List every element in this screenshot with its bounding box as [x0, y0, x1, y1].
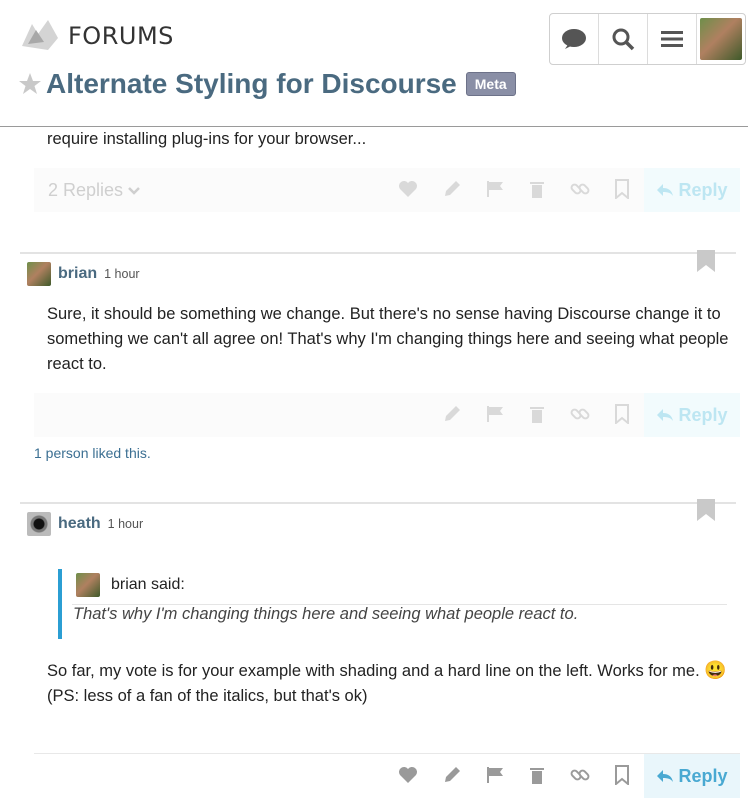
quote-header: brian said: [76, 573, 185, 597]
site-header: FORUMS Alternate Styling for Discourse M… [0, 0, 748, 127]
replies-toggle[interactable]: 2 Replies [48, 180, 141, 201]
like-icon[interactable] [398, 179, 418, 199]
reply-icon [657, 770, 674, 782]
chat-icon [562, 29, 586, 49]
bookmark-icon[interactable] [614, 179, 630, 199]
bookmark-ribbon-icon[interactable] [697, 250, 715, 272]
body-line: So far, my vote is for your example with… [47, 662, 700, 680]
reply-button[interactable]: Reply [644, 393, 740, 437]
menu-button[interactable] [648, 14, 697, 64]
post2-author: brian 1 hour [27, 262, 140, 286]
likes-summary[interactable]: 1 person liked this. [34, 445, 151, 461]
avatar[interactable] [27, 512, 51, 536]
topic-title-row: Alternate Styling for Discourse Meta [18, 68, 516, 100]
post3-body: So far, my vote is for your example with… [47, 658, 737, 709]
replies-label: 2 Replies [48, 180, 124, 200]
reply-icon [657, 184, 674, 196]
delete-icon[interactable] [528, 404, 546, 424]
delete-icon[interactable] [528, 765, 546, 785]
avatar [76, 573, 100, 597]
reply-button[interactable]: Reply [644, 754, 740, 798]
chevron-down-icon [128, 186, 140, 195]
post1-actions: 2 Replies Reply [34, 168, 740, 212]
smiley-emoji-icon: 😃 [704, 660, 727, 680]
post1-text: require installing plug-ins for your bro… [47, 130, 367, 148]
reply-label: Reply [678, 765, 728, 786]
category-badge[interactable]: Meta [465, 72, 516, 96]
star-icon[interactable] [18, 72, 42, 96]
logo-text: FORUMS [68, 22, 174, 50]
avatar[interactable] [27, 262, 51, 286]
edit-icon[interactable] [442, 179, 462, 199]
post2-body: Sure, it should be something we change. … [47, 305, 729, 373]
bookmark-ribbon-icon[interactable] [697, 499, 715, 521]
like-icon[interactable] [398, 765, 418, 785]
header-icon-bar [549, 13, 746, 65]
post-time[interactable]: 1 hour [104, 267, 139, 281]
reply-icon [657, 409, 674, 421]
username[interactable]: brian [58, 265, 97, 283]
post2-actions: Reply [34, 393, 740, 437]
quote-text: That's why I'm changing things here and … [73, 605, 579, 623]
menu-icon [661, 31, 683, 47]
user-avatar [700, 18, 742, 60]
bookmark-icon[interactable] [614, 765, 630, 785]
post-separator [20, 502, 736, 504]
logo-icon [22, 20, 58, 50]
flag-icon[interactable] [485, 179, 505, 199]
flag-icon[interactable] [485, 765, 505, 785]
bookmark-icon[interactable] [614, 404, 630, 424]
edit-icon[interactable] [442, 404, 462, 424]
reply-label: Reply [678, 179, 728, 200]
post-time[interactable]: 1 hour [108, 517, 143, 531]
delete-icon[interactable] [528, 179, 546, 199]
post3-actions: Reply [34, 753, 740, 798]
quote-author: brian said: [111, 576, 185, 593]
post-separator [20, 252, 736, 254]
link-icon[interactable] [570, 404, 590, 424]
link-icon[interactable] [570, 765, 590, 785]
user-button[interactable] [697, 14, 745, 64]
reply-button[interactable]: Reply [644, 168, 740, 212]
topic-title[interactable]: Alternate Styling for Discourse [46, 68, 457, 100]
reply-label: Reply [678, 404, 728, 425]
link-icon[interactable] [570, 179, 590, 199]
flag-icon[interactable] [485, 404, 505, 424]
site-logo[interactable]: FORUMS [18, 16, 174, 56]
blockquote: brian said: That's why I'm changing thin… [58, 569, 732, 639]
body-line: (PS: less of a fan of the italics, but t… [47, 687, 368, 705]
chat-button[interactable] [550, 14, 599, 64]
post3-author: heath 1 hour [27, 512, 143, 536]
edit-icon[interactable] [442, 765, 462, 785]
search-icon [612, 28, 635, 51]
username[interactable]: heath [58, 515, 101, 533]
search-button[interactable] [599, 14, 648, 64]
